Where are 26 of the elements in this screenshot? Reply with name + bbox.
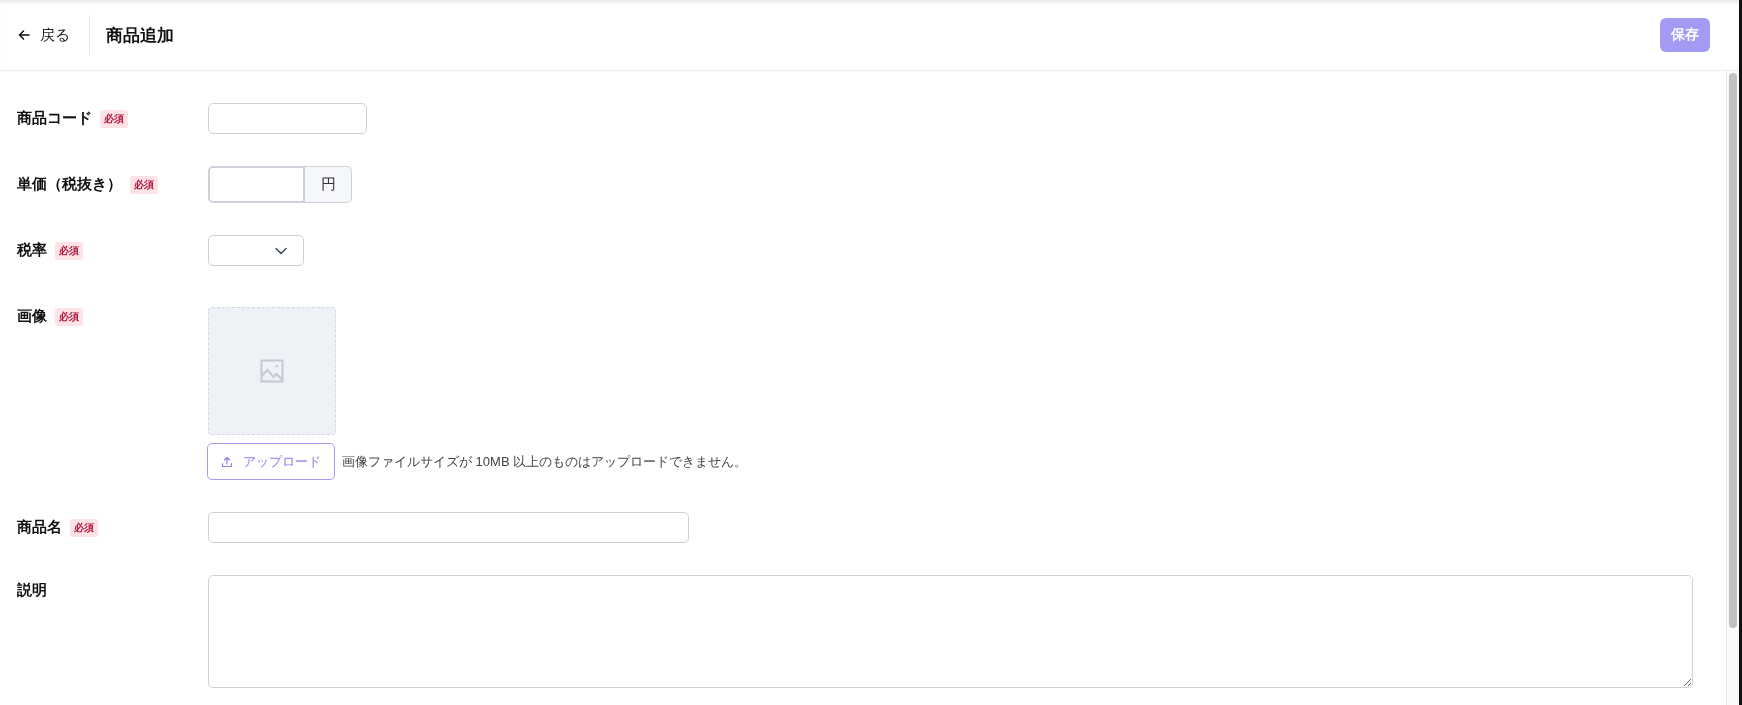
field-label: 画像 bbox=[17, 307, 47, 326]
name-input-field[interactable] bbox=[208, 512, 689, 543]
field-label: 説明 bbox=[17, 581, 47, 600]
arrow-left-icon bbox=[18, 29, 30, 41]
field-label: 税率 bbox=[17, 241, 47, 260]
required-tag: 必須 bbox=[70, 518, 98, 537]
price-input-field[interactable] bbox=[208, 166, 305, 203]
field-label: 商品名 bbox=[17, 518, 62, 537]
back-button[interactable]: 戻る bbox=[18, 25, 70, 45]
required-tag: 必須 bbox=[55, 307, 83, 326]
upload-button[interactable]: アップロード bbox=[207, 443, 335, 480]
field-label: 商品コード bbox=[17, 109, 92, 128]
upload-icon bbox=[221, 455, 233, 468]
required-tag: 必須 bbox=[100, 109, 128, 128]
scrollbar-thumb[interactable] bbox=[1729, 73, 1737, 628]
required-tag: 必須 bbox=[130, 175, 158, 194]
chevron-down-icon bbox=[275, 246, 287, 255]
image-icon bbox=[260, 359, 284, 383]
tax-rate-dropdown[interactable] bbox=[208, 235, 304, 266]
page-title: 商品追加 bbox=[106, 24, 174, 47]
upload-note: 画像ファイルサイズが 10MB 以上のものはアップロードできません。 bbox=[342, 452, 748, 471]
code-input-field[interactable] bbox=[208, 103, 367, 134]
description-text-area[interactable] bbox=[208, 575, 1693, 688]
required-tag: 必須 bbox=[55, 241, 83, 260]
currency-unit: 円 bbox=[305, 166, 352, 203]
field-label: 単価（税抜き） bbox=[17, 175, 122, 194]
